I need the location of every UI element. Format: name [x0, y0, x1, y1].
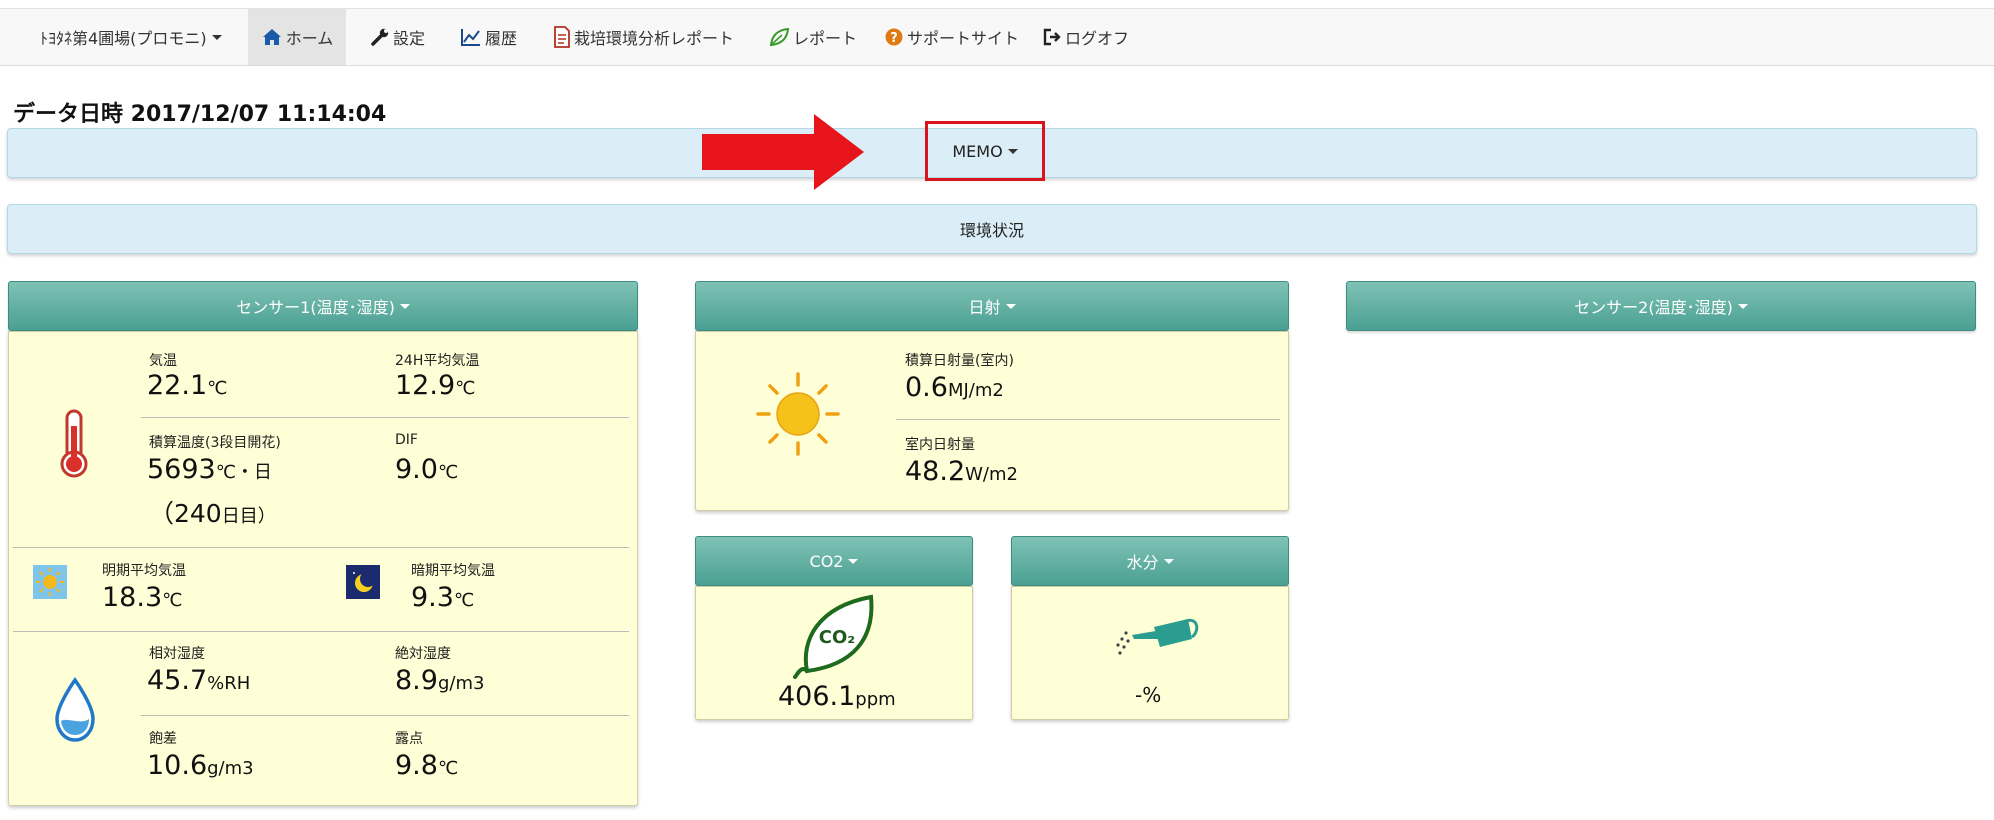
chevron-down-icon [1163, 558, 1174, 564]
chevron-down-icon [1005, 303, 1016, 309]
deficit-value: 10.6g/m3 [147, 750, 254, 781]
sensor1-header[interactable]: センサー1(温度･湿度) [8, 281, 638, 331]
avg24-value: 12.9℃ [395, 370, 476, 401]
solar-panel: 日射 積算日射量(室内) 0.6MJ/m2 室内日射量 48.2W/m2 [695, 281, 1289, 511]
thermometer-icon [60, 409, 88, 478]
moisture-header[interactable]: 水分 [1011, 536, 1289, 586]
nav-report-label: レポート [793, 29, 858, 48]
nav-home[interactable]: ホーム [248, 9, 346, 65]
rh-label: 相対湿度 [149, 646, 205, 662]
nav-history[interactable]: 履歴 [460, 9, 517, 65]
divider [896, 419, 1280, 420]
divider [13, 631, 629, 632]
divider [13, 547, 629, 548]
co2-header[interactable]: CO2 [695, 536, 973, 586]
solar-body: 積算日射量(室内) 0.6MJ/m2 室内日射量 48.2W/m2 [695, 331, 1289, 511]
nav-analysis-report[interactable]: 栽培環境分析レポート [553, 9, 734, 65]
svg-text:?: ? [890, 31, 898, 46]
sensor2-header[interactable]: センサー2(温度･湿度) [1346, 281, 1976, 331]
co2-panel: CO2 CO₂ 406.1ppm [695, 536, 973, 720]
moisture-body: -% [1011, 586, 1289, 720]
farm-name: ﾄﾖﾀﾈ第4圃場(プロモニ) [40, 29, 207, 48]
solar-title: 日射 [968, 298, 1001, 317]
solar-inside-label: 室内日射量 [905, 437, 975, 453]
top-navbar: ﾄﾖﾀﾈ第4圃場(プロモニ) ホーム 設定 履歴 栽培環境分析レポート レポート… [0, 8, 1994, 66]
moon-icon [346, 565, 380, 599]
nav-support[interactable]: ? サポートサイト [884, 9, 1019, 65]
chevron-down-icon [211, 34, 222, 40]
moisture-value: -% [1135, 683, 1162, 707]
nav-settings[interactable]: 設定 [370, 9, 425, 65]
nav-report[interactable]: レポート [768, 9, 857, 65]
solar-inside-value: 48.2W/m2 [905, 456, 1018, 487]
sensor1-title: センサー1(温度･湿度) [236, 298, 395, 317]
accum-temp-label: 積算温度(3段目開花) [149, 435, 281, 451]
sensor2-panel: センサー2(温度･湿度) [1346, 281, 1976, 331]
environment-status-bar[interactable]: 環境状況 [7, 204, 1977, 254]
wrench-icon [371, 28, 389, 46]
co2-body: CO₂ 406.1ppm [695, 586, 973, 720]
data-timestamp: データ日時 2017/12/07 11:14:04 [13, 102, 387, 127]
environment-status-label: 環境状況 [959, 221, 1024, 240]
chevron-down-icon [1007, 148, 1018, 154]
dark-period-label: 暗期平均気温 [411, 563, 495, 579]
accum-days-value: （240日目） [149, 499, 276, 528]
water-drop-icon [55, 677, 95, 742]
sensor2-title: センサー2(温度･湿度) [1574, 298, 1733, 317]
red-arrow-annotation [702, 114, 864, 190]
nav-settings-label: 設定 [393, 29, 426, 48]
solar-accum-label: 積算日射量(室内) [905, 353, 1014, 369]
light-period-value: 18.3℃ [102, 582, 183, 613]
co2-title: CO2 [809, 551, 844, 571]
leaf-icon [769, 27, 790, 47]
moisture-title: 水分 [1126, 553, 1159, 572]
co2-leaf-icon: CO₂ [793, 594, 874, 679]
dark-period-value: 9.3℃ [411, 582, 475, 613]
co2-value: 406.1ppm [778, 681, 896, 712]
divider [141, 715, 629, 716]
svg-text:CO₂: CO₂ [819, 627, 855, 648]
ah-label: 絶対湿度 [395, 646, 451, 662]
dewpoint-label: 露点 [395, 731, 423, 747]
memo-label: MEMO [952, 141, 1003, 161]
accum-temp-value: 5693℃・日 [147, 454, 272, 485]
watering-can-icon [1116, 618, 1199, 655]
nav-logoff[interactable]: ログオフ [1042, 9, 1129, 65]
solar-accum-value: 0.6MJ/m2 [905, 372, 1004, 403]
rh-value: 45.7%RH [147, 665, 251, 696]
logout-icon [1043, 28, 1061, 46]
home-icon [262, 29, 281, 45]
dif-value: 9.0℃ [395, 454, 459, 485]
solar-header[interactable]: 日射 [695, 281, 1289, 331]
divider [141, 417, 629, 418]
nav-history-label: 履歴 [485, 29, 518, 48]
temp-value: 22.1℃ [147, 370, 228, 401]
chart-line-icon [461, 29, 480, 46]
nav-logoff-label: ログオフ [1065, 29, 1130, 48]
sensor1-body: 気温 22.1℃ 24H平均気温 12.9℃ 積算温度(3段目開花) 5693℃… [8, 331, 638, 806]
dif-label: DIF [395, 432, 418, 448]
light-period-label: 明期平均気温 [102, 563, 186, 579]
sun-icon [756, 372, 840, 456]
document-icon [554, 26, 570, 48]
dewpoint-value: 9.8℃ [395, 750, 459, 781]
question-circle-icon: ? [885, 28, 903, 46]
deficit-label: 飽差 [149, 731, 177, 747]
farm-dropdown[interactable]: ﾄﾖﾀﾈ第4圃場(プロモニ) [40, 9, 222, 65]
sun-small-icon [33, 565, 67, 599]
moisture-panel: 水分 -% [1011, 536, 1289, 720]
chevron-down-icon [1737, 303, 1748, 309]
nav-support-label: サポートサイト [907, 29, 1020, 48]
sensor1-panel: センサー1(温度･湿度) 気温 22.1℃ 24H平均気温 12.9℃ 積算温度… [8, 281, 638, 806]
avg24-label: 24H平均気温 [395, 353, 480, 369]
nav-home-label: ホーム [285, 29, 334, 48]
chevron-down-icon [399, 303, 410, 309]
memo-dropdown-button[interactable]: MEMO [925, 121, 1045, 181]
chevron-down-icon [848, 558, 859, 564]
temp-label: 気温 [149, 353, 177, 369]
ah-value: 8.9g/m3 [395, 665, 485, 696]
nav-analysis-report-label: 栽培環境分析レポート [574, 29, 735, 48]
